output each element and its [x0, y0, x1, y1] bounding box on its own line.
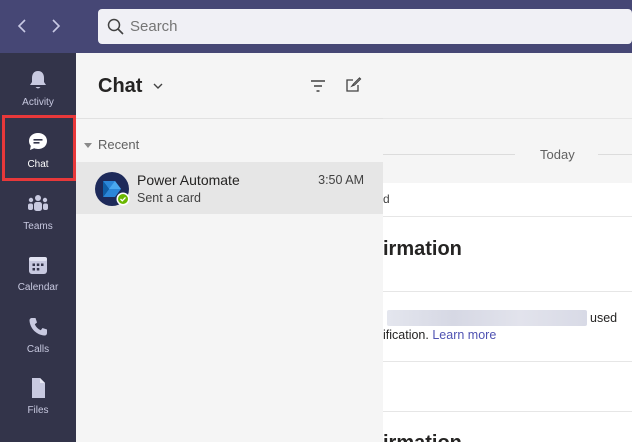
date-divider-label: Today: [540, 147, 575, 162]
redacted-text: [387, 310, 587, 326]
bell-icon: [30, 71, 46, 89]
compose-icon[interactable]: [344, 76, 362, 94]
card-body-notification-text: ification.: [383, 328, 433, 342]
chat-list-pane: Chat Recent Power Automate 3:50 AM Sent …: [76, 53, 383, 442]
card-separator: [383, 291, 632, 292]
conversation-pane: Today d irmation used ification. Learn m…: [383, 53, 632, 442]
rail-label-calls: Calls: [26, 344, 50, 355]
teams-icon: [28, 195, 48, 211]
chat-item-preview: Sent a card: [137, 191, 201, 205]
rail-item-activity[interactable]: Activity: [0, 59, 76, 119]
file-icon: [32, 378, 45, 398]
card-sender-text: d: [383, 192, 390, 206]
title-bar: [0, 0, 632, 53]
chevron-left-icon: [17, 19, 26, 33]
rail-label-teams: Teams: [23, 221, 53, 232]
card-separator: [383, 361, 632, 362]
date-divider-line-right: [598, 154, 632, 155]
card-separator: [383, 216, 632, 217]
card-second-title: irmation: [383, 431, 462, 442]
rail-item-files[interactable]: Files: [0, 367, 76, 427]
recent-section-toggle[interactable]: Recent: [76, 135, 383, 155]
rail-label-activity: Activity: [22, 97, 54, 108]
rail-item-teams[interactable]: Teams: [0, 183, 76, 243]
search-input[interactable]: [130, 9, 610, 44]
card-body-used: used: [590, 311, 618, 325]
chat-list-title[interactable]: Chat: [98, 75, 142, 98]
chevron-down-icon[interactable]: [151, 79, 165, 93]
card-body-notification: ification. Learn more: [383, 328, 496, 342]
learn-more-link[interactable]: Learn more: [432, 328, 496, 342]
chevron-right-icon: [52, 19, 61, 33]
date-divider-line-left: [383, 154, 515, 155]
caret-down-icon: [84, 143, 92, 148]
search-icon: [107, 18, 124, 35]
card-title: irmation: [383, 238, 462, 260]
adaptive-card: d irmation used ification. Learn more ir…: [383, 183, 632, 442]
search-box[interactable]: [98, 9, 632, 44]
back-button[interactable]: [12, 14, 34, 38]
chat-item-time: 3:50 AM: [318, 173, 364, 187]
calendar-icon: [29, 257, 47, 274]
filter-icon[interactable]: [309, 77, 327, 95]
rail-item-calendar[interactable]: Calendar: [0, 244, 76, 304]
power-automate-avatar: [95, 172, 130, 206]
chat-list-item[interactable]: Power Automate 3:50 AM Sent a card: [76, 162, 383, 214]
rail-item-calls[interactable]: Calls: [0, 306, 76, 366]
chat-item-name: Power Automate: [137, 172, 240, 188]
phone-icon: [29, 318, 47, 336]
recent-section-label: Recent: [98, 137, 140, 152]
rail-label-files: Files: [27, 405, 49, 416]
chat-list-header: Chat: [76, 53, 383, 119]
forward-button[interactable]: [44, 14, 66, 38]
app-rail: Activity Chat Teams Calendar Calls Files: [0, 53, 76, 442]
rail-label-calendar: Calendar: [17, 282, 59, 293]
card-separator: [383, 411, 632, 412]
active-item-highlight: [2, 115, 76, 181]
conversation-header: [383, 53, 632, 119]
